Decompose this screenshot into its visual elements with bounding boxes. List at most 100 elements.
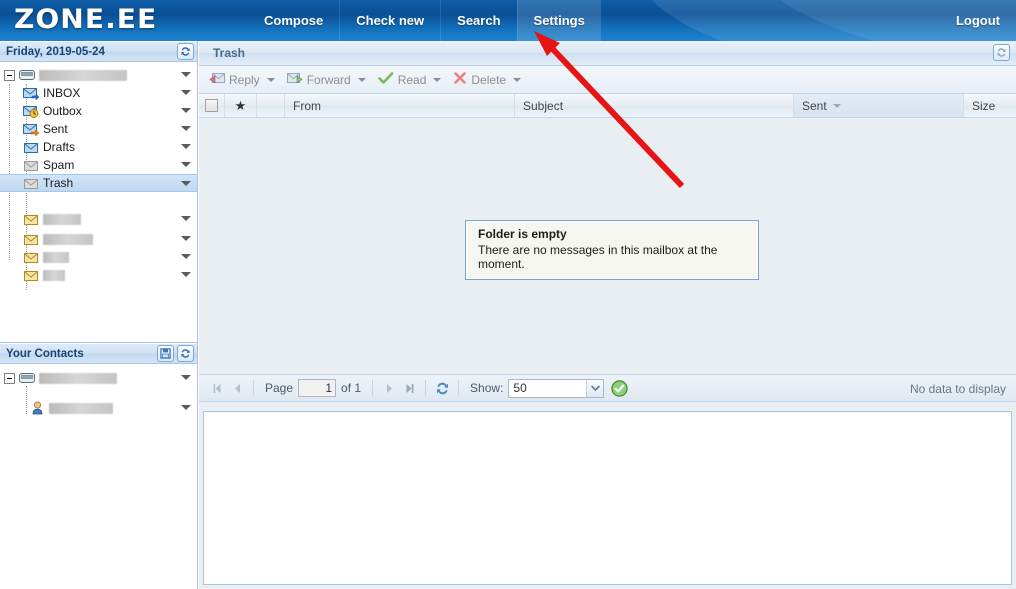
first-page-icon[interactable] bbox=[207, 378, 227, 398]
expander-icon[interactable] bbox=[4, 372, 15, 384]
empty-folder-message: Folder is empty There are no messages in… bbox=[465, 220, 759, 280]
row-menu-caret-icon[interactable] bbox=[181, 90, 191, 95]
delete-dropdown-caret-icon[interactable] bbox=[513, 77, 522, 82]
row-menu-caret-icon[interactable] bbox=[181, 272, 191, 277]
column-from[interactable]: From bbox=[285, 94, 515, 117]
pager-separator bbox=[425, 380, 427, 396]
tree-row-spam[interactable]: Spam bbox=[0, 156, 197, 174]
row-menu-caret-icon[interactable] bbox=[181, 126, 191, 131]
folders-refresh-icon[interactable] bbox=[177, 43, 194, 60]
pager-status: No data to display bbox=[909, 382, 1006, 396]
apply-page-size-button[interactable] bbox=[610, 379, 628, 397]
next-page-icon[interactable] bbox=[379, 378, 399, 398]
reply-icon bbox=[209, 71, 225, 88]
tree-row-account-root[interactable] bbox=[0, 66, 197, 84]
tree-label-outbox: Outbox bbox=[43, 104, 82, 118]
zone-logo[interactable]: ZONE.EE bbox=[14, 4, 157, 35]
pagination-bar: Page of 1 Show: 50 bbox=[199, 374, 1016, 402]
column-select-all[interactable] bbox=[199, 94, 225, 117]
row-menu-caret-icon[interactable] bbox=[181, 375, 191, 380]
tree-row-sent[interactable]: Sent bbox=[0, 120, 197, 138]
delete-label: Delete bbox=[471, 72, 507, 87]
mailbox-refresh-icon[interactable] bbox=[993, 44, 1010, 61]
sent-envelope-icon bbox=[22, 121, 40, 137]
last-page-icon[interactable] bbox=[399, 378, 419, 398]
pager-refresh-icon[interactable] bbox=[432, 378, 452, 398]
outbox-clock-envelope-icon bbox=[22, 103, 40, 119]
row-menu-caret-icon[interactable] bbox=[181, 254, 191, 259]
contacts-panel-header: Your Contacts bbox=[0, 343, 197, 364]
tree-row-contact-1[interactable] bbox=[0, 398, 197, 418]
folder-name-redacted bbox=[43, 233, 93, 245]
contacts-root-name-redacted bbox=[39, 372, 117, 384]
tree-row-contacts-root[interactable] bbox=[0, 368, 197, 388]
row-menu-caret-icon[interactable] bbox=[181, 216, 191, 221]
row-menu-caret-icon[interactable] bbox=[181, 405, 191, 410]
main-navigation: Compose Check new Search Settings bbox=[248, 0, 601, 41]
account-name-redacted bbox=[39, 69, 127, 81]
contacts-refresh-icon[interactable] bbox=[177, 345, 194, 362]
chevron-down-icon[interactable] bbox=[586, 379, 604, 397]
tree-row-custom-folder-1[interactable] bbox=[0, 208, 197, 230]
main-content: Trash Reply Forward Read Delete ★ From S… bbox=[199, 41, 1016, 589]
folders-panel-title: Friday, 2019-05-24 bbox=[6, 45, 105, 58]
row-menu-caret-icon[interactable] bbox=[181, 236, 191, 241]
mailbox-server-icon bbox=[18, 67, 36, 83]
message-grid-body: Folder is empty There are no messages in… bbox=[199, 118, 1016, 374]
expander-icon[interactable] bbox=[4, 69, 15, 81]
tree-row-drafts[interactable]: Drafts bbox=[0, 138, 197, 156]
read-button[interactable]: Read bbox=[376, 69, 452, 91]
row-menu-caret-icon[interactable] bbox=[181, 144, 191, 149]
mailbox-title-bar: Trash bbox=[199, 41, 1016, 66]
delete-button[interactable]: Delete bbox=[451, 69, 531, 91]
page-number-input[interactable] bbox=[298, 379, 337, 397]
message-toolbar: Reply Forward Read Delete bbox=[199, 66, 1016, 94]
forward-button[interactable]: Forward bbox=[285, 69, 376, 91]
show-label: Show: bbox=[470, 381, 504, 395]
reply-dropdown-caret-icon[interactable] bbox=[266, 77, 275, 82]
logout-button[interactable]: Logout bbox=[956, 0, 1000, 41]
read-label: Read bbox=[397, 72, 427, 87]
select-all-checkbox[interactable] bbox=[205, 99, 218, 112]
nav-item-settings[interactable]: Settings bbox=[516, 0, 601, 41]
page-title: Trash bbox=[213, 46, 246, 60]
page-size-select[interactable]: 50 bbox=[508, 378, 605, 398]
row-menu-caret-icon[interactable] bbox=[181, 162, 191, 167]
forward-label: Forward bbox=[306, 72, 351, 87]
column-sent-label: Sent bbox=[802, 98, 827, 113]
forward-dropdown-caret-icon[interactable] bbox=[357, 77, 366, 82]
sort-caret-icon[interactable] bbox=[832, 103, 841, 108]
pager-separator bbox=[458, 380, 460, 396]
tree-row-custom-folder-4[interactable] bbox=[0, 266, 197, 284]
mailbox-title-buttons bbox=[993, 44, 1010, 61]
address-book-icon bbox=[18, 370, 36, 386]
folders-panel-header: Friday, 2019-05-24 bbox=[0, 41, 197, 62]
read-dropdown-caret-icon[interactable] bbox=[433, 77, 442, 82]
tree-row-custom-folder-3[interactable] bbox=[0, 248, 197, 266]
nav-item-check-new[interactable]: Check new bbox=[339, 0, 440, 41]
column-from-label: From bbox=[293, 98, 321, 113]
nav-item-search[interactable]: Search bbox=[440, 0, 516, 41]
prev-page-icon[interactable] bbox=[227, 378, 247, 398]
tree-row-inbox[interactable]: INBOX bbox=[0, 84, 197, 102]
row-menu-caret-icon[interactable] bbox=[181, 72, 191, 77]
page-size-value: 50 bbox=[513, 381, 527, 395]
read-check-icon bbox=[377, 71, 394, 88]
tree-row-trash[interactable]: Trash bbox=[0, 174, 197, 192]
column-sent[interactable]: Sent bbox=[794, 94, 964, 117]
tree-row-custom-folder-2[interactable] bbox=[0, 230, 197, 248]
nav-item-compose[interactable]: Compose bbox=[248, 0, 339, 41]
contacts-save-icon[interactable] bbox=[157, 345, 174, 362]
row-menu-caret-icon[interactable] bbox=[181, 181, 191, 186]
tree-row-outbox[interactable]: Outbox bbox=[0, 102, 197, 120]
folder-name-redacted bbox=[43, 251, 69, 263]
forward-icon bbox=[286, 71, 303, 88]
column-star[interactable]: ★ bbox=[225, 94, 257, 117]
page-of-label: of 1 bbox=[341, 381, 362, 395]
folder-envelope-icon bbox=[22, 231, 40, 247]
message-grid-header: ★ From Subject Sent Size bbox=[199, 94, 1016, 118]
row-menu-caret-icon[interactable] bbox=[181, 108, 191, 113]
reply-button[interactable]: Reply bbox=[207, 69, 285, 91]
column-subject[interactable]: Subject bbox=[515, 94, 794, 117]
column-size[interactable]: Size bbox=[964, 94, 1016, 117]
